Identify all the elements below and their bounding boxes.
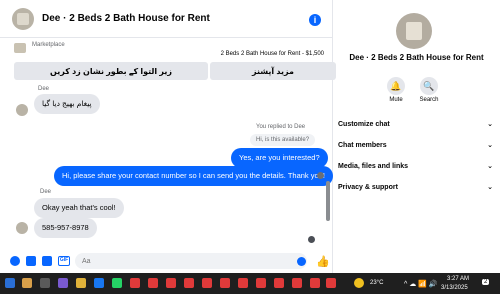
reply-indicator: You replied to Dee — [256, 124, 306, 130]
weather-icon[interactable] — [354, 278, 364, 288]
search-button[interactable]: 🔍 Search — [412, 77, 446, 103]
chevron-down-icon: ⌄ — [487, 184, 493, 191]
chrome-icon[interactable] — [148, 278, 158, 288]
chat-pane: Dee · 2 Beds 2 Bath House for Rent i Mar… — [0, 0, 336, 273]
marketplace-label: Marketplace — [32, 42, 65, 48]
search-label: Search — [419, 97, 439, 103]
notification-badge[interactable]: 2 — [482, 279, 490, 285]
search-taskbar-icon[interactable] — [40, 278, 50, 288]
gif-icon[interactable]: GIF — [58, 256, 70, 266]
section-privacy-support[interactable]: Privacy & support ⌄ — [338, 178, 493, 196]
chrome-icon[interactable] — [256, 278, 266, 288]
chrome-icon[interactable] — [202, 278, 212, 288]
chat-title[interactable]: Dee · 2 Beds 2 Bath House for Rent — [42, 13, 210, 24]
section-label: Chat members — [338, 141, 387, 149]
details-pane: Dee · 2 Beds 2 Bath House for Rent 🔔 Mut… — [333, 0, 500, 273]
chevron-down-icon: ⌄ — [487, 142, 493, 149]
chrome-icon[interactable] — [184, 278, 194, 288]
avatar[interactable] — [12, 7, 34, 30]
tray-icons[interactable]: ^ ☁ 📶 🔊 — [404, 280, 438, 288]
sticker-icon[interactable] — [42, 256, 52, 266]
composer: GIF 👍 — [0, 249, 333, 273]
chrome-icon[interactable] — [310, 278, 320, 288]
section-label: Media, files and links — [338, 162, 409, 170]
section-customize-chat[interactable]: Customize chat ⌄ — [338, 115, 493, 133]
whatsapp-icon[interactable] — [112, 278, 122, 288]
mute-label: Mute — [389, 97, 403, 103]
clock-time[interactable]: 3:27 AM — [447, 276, 469, 282]
taskbar: 23°C ^ ☁ 📶 🔊 3:27 AM 3/13/2025 2 — [0, 273, 500, 294]
chrome-icon[interactable] — [238, 278, 248, 288]
avatar[interactable] — [16, 222, 28, 234]
like-icon[interactable]: 👍 — [316, 255, 330, 268]
windows-start-icon[interactable] — [5, 278, 15, 288]
section-media-files[interactable]: Media, files and links ⌄ — [338, 157, 493, 175]
section-label: Customize chat — [338, 120, 390, 128]
chrome-icon[interactable] — [220, 278, 230, 288]
chat-header: Dee · 2 Beds 2 Bath House for Rent i — [0, 0, 333, 38]
message-list: Dee پیغام بھیج دیا گیا You replied to De… — [0, 86, 333, 246]
image-icon[interactable] — [26, 256, 36, 266]
clock-date[interactable]: 3/13/2025 — [441, 285, 468, 291]
avatar[interactable] — [16, 104, 28, 116]
chrome-icon[interactable] — [292, 278, 302, 288]
app-icon[interactable] — [94, 278, 104, 288]
file-explorer-icon[interactable] — [76, 278, 86, 288]
message-bubble[interactable]: پیغام بھیج دیا گیا — [34, 94, 100, 114]
sender-name: Dee — [38, 86, 50, 92]
avatar[interactable] — [396, 13, 432, 49]
listing-thumbnail[interactable] — [14, 43, 26, 53]
quoted-message[interactable]: Hi, is this available? — [250, 134, 316, 146]
scrollbar-thumb[interactable] — [326, 181, 330, 221]
chrome-icon[interactable] — [166, 278, 176, 288]
message-bubble[interactable]: Okay yeah that's cool! — [34, 198, 124, 218]
scrollbar[interactable] — [325, 86, 331, 246]
contact-name: Dee · 2 Beds 2 Bath House for Rent — [349, 53, 484, 62]
more-options-button[interactable]: مزید آپشنز — [210, 62, 336, 80]
messenger-window: Dee · 2 Beds 2 Bath House for Rent i Mar… — [0, 0, 500, 273]
seen-avatar-icon — [308, 236, 315, 243]
bell-icon: 🔔 — [387, 77, 405, 95]
sender-name: Dee — [40, 189, 52, 195]
message-bubble[interactable]: Yes, are you interested? — [231, 148, 328, 168]
section-chat-members[interactable]: Chat members ⌄ — [338, 136, 493, 154]
message-bubble[interactable]: Hi, please share your contact number so … — [54, 166, 333, 186]
info-icon[interactable]: i — [309, 14, 321, 26]
temperature[interactable]: 23°C — [370, 280, 383, 286]
chevron-down-icon: ⌄ — [487, 163, 493, 170]
copilot-icon[interactable] — [58, 278, 68, 288]
seen-avatar-icon — [317, 172, 324, 179]
listing-title[interactable]: 2 Beds 2 Bath House for Rent - $1,500 — [221, 51, 324, 57]
message-bubble[interactable]: 585-957-8978 — [34, 218, 97, 238]
chrome-icon[interactable] — [326, 278, 336, 288]
widgets-icon[interactable] — [22, 278, 32, 288]
chevron-down-icon: ⌄ — [487, 121, 493, 128]
emoji-icon[interactable] — [297, 257, 306, 266]
section-label: Privacy & support — [338, 183, 398, 191]
mark-pending-button[interactable]: زیر التوا کے بطور نشان زد کریں — [14, 62, 208, 80]
chrome-icon[interactable] — [130, 278, 140, 288]
search-icon: 🔍 — [420, 77, 438, 95]
message-input[interactable] — [75, 253, 307, 269]
chrome-icon[interactable] — [274, 278, 284, 288]
plus-icon[interactable] — [10, 256, 20, 266]
marketplace-banner: Marketplace 2 Beds 2 Bath House for Rent… — [10, 40, 336, 84]
mute-button[interactable]: 🔔 Mute — [379, 77, 413, 103]
